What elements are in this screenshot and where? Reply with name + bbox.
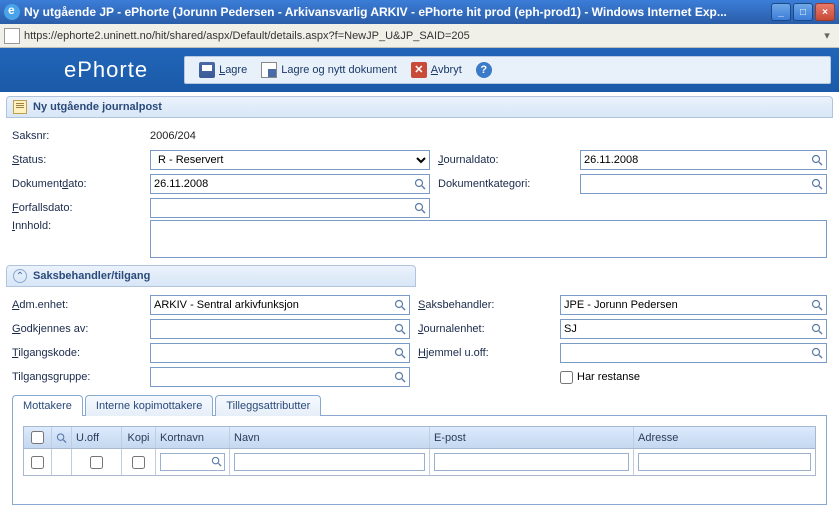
cancel-button[interactable]: ✕ Avbryt — [411, 62, 462, 78]
collapse-toggle-icon[interactable]: ⌃ — [13, 269, 27, 283]
journalenhet-input[interactable] — [560, 319, 827, 339]
header-kortnavn[interactable]: Kortnavn — [156, 427, 230, 448]
forfall-input[interactable] — [150, 198, 430, 218]
status-select[interactable]: R - Reservert — [150, 150, 430, 170]
label-tilgkode: Tilgangskode: — [12, 347, 142, 359]
tab-tilleggsattributter[interactable]: Tilleggsattributter — [215, 395, 321, 416]
header-lookup-icon — [52, 427, 72, 448]
table-row — [24, 449, 815, 475]
header-uoff[interactable]: U.off — [72, 427, 122, 448]
hjemmel-input[interactable] — [560, 343, 827, 363]
tab-panel-mottakere: U.off Kopi Kortnavn Navn E-post Adresse — [12, 415, 827, 505]
save-icon — [199, 62, 215, 78]
admenhet-input[interactable] — [150, 295, 410, 315]
section-title-journalpost: Ny utgående journalpost — [33, 101, 162, 113]
godkj-input[interactable] — [150, 319, 410, 339]
dokkat-input[interactable] — [580, 174, 827, 194]
label-innhold: Innhold: — [12, 220, 142, 232]
label-tilggruppe: Tilgangsgruppe: — [12, 371, 142, 383]
label-godkj: Godkjennes av: — [12, 323, 142, 335]
row-select-checkbox[interactable] — [31, 456, 44, 469]
window-titlebar: Ny utgående JP - ePhorte (Jorunn Pederse… — [0, 0, 839, 24]
dokkat-lookup-icon[interactable] — [809, 176, 825, 192]
label-hjemmel: Hjemmel u.off: — [418, 347, 552, 359]
table-header: U.off Kopi Kortnavn Navn E-post Adresse — [24, 427, 815, 449]
row-kortnavn-lookup-icon[interactable] — [211, 456, 222, 467]
tilgkode-input[interactable] — [150, 343, 410, 363]
url-text[interactable]: https://ephorte2.uninett.no/hit/shared/a… — [24, 30, 815, 42]
tilgkode-lookup-icon[interactable] — [392, 345, 408, 361]
app-toolbar: Lagre Lagre og nytt dokument ✕ Avbryt ? — [184, 56, 831, 84]
journalenhet-lookup-icon[interactable] — [809, 321, 825, 337]
row-navn-input[interactable] — [234, 453, 425, 471]
label-journaldato: Journaldato: — [438, 154, 572, 166]
admenhet-lookup-icon[interactable] — [392, 297, 408, 313]
app-header: ePhorte Lagre Lagre og nytt dokument ✕ A… — [0, 48, 839, 92]
header-adresse[interactable]: Adresse — [634, 427, 815, 448]
help-button[interactable]: ? — [476, 62, 492, 78]
restanse-checkbox[interactable] — [560, 371, 573, 384]
page-icon — [4, 28, 20, 44]
tilggruppe-lookup-icon[interactable] — [392, 369, 408, 385]
tab-interne-kopimottakere[interactable]: Interne kopimottakere — [85, 395, 213, 416]
value-saksnr: 2006/204 — [150, 130, 196, 142]
save-new-icon — [261, 62, 277, 78]
innhold-textarea[interactable] — [150, 220, 827, 258]
label-admenhet: Adm.enhet: — [12, 299, 142, 311]
label-dokdato: Dokumentdato: — [12, 178, 142, 190]
row-kopi-checkbox[interactable] — [132, 456, 145, 469]
header-navn[interactable]: Navn — [230, 427, 430, 448]
tab-mottakere[interactable]: Mottakere — [12, 395, 83, 416]
ie-icon — [4, 4, 20, 20]
label-saksbeh: Saksbehandler: — [418, 299, 552, 311]
cancel-icon: ✕ — [411, 62, 427, 78]
url-dropdown-icon[interactable]: ▾ — [819, 28, 835, 44]
header-epost[interactable]: E-post — [430, 427, 634, 448]
maximize-button[interactable]: □ — [793, 3, 813, 21]
section-header-access: ⌃ Saksbehandler/tilgang — [6, 265, 416, 287]
label-forfall: Forfallsdato: — [12, 202, 142, 214]
close-button[interactable]: × — [815, 3, 835, 21]
journaldato-input[interactable] — [580, 150, 827, 170]
label-saksnr: Saksnr: — [12, 130, 142, 142]
label-restanse: Har restanse — [577, 371, 640, 383]
label-journalenhet: Journalenhet: — [418, 323, 552, 335]
row-epost-input[interactable] — [434, 453, 629, 471]
saksbeh-lookup-icon[interactable] — [809, 297, 825, 313]
help-icon: ? — [476, 62, 492, 78]
address-bar: https://ephorte2.uninett.no/hit/shared/a… — [0, 24, 839, 48]
forfall-lookup-icon[interactable] — [412, 200, 428, 216]
select-all-checkbox[interactable] — [31, 431, 44, 444]
form-journalpost: Saksnr: 2006/204 Status: R - Reservert J… — [0, 118, 839, 265]
app-logo: ePhorte — [64, 57, 148, 83]
section-title-access: Saksbehandler/tilgang — [33, 270, 150, 282]
journaldato-lookup-icon[interactable] — [809, 152, 825, 168]
cancel-label: vbryt — [438, 64, 462, 76]
tilggruppe-input[interactable] — [150, 367, 410, 387]
window-title: Ny utgående JP - ePhorte (Jorunn Pederse… — [24, 5, 771, 19]
minimize-button[interactable]: _ — [771, 3, 791, 21]
label-dokkat: Dokumentkategori: — [438, 178, 572, 190]
row-uoff-checkbox[interactable] — [90, 456, 103, 469]
label-status: Status: — [12, 154, 142, 166]
save-new-button[interactable]: Lagre og nytt dokument — [261, 62, 397, 78]
dokdato-lookup-icon[interactable] — [412, 176, 428, 192]
form-access: Adm.enhet: Saksbehandler: Godkjennes av:… — [0, 287, 839, 393]
recipients-table: U.off Kopi Kortnavn Navn E-post Adresse — [23, 426, 816, 476]
section-header-journalpost: Ny utgående journalpost — [6, 96, 833, 118]
save-label: agre — [225, 64, 247, 76]
document-icon — [13, 100, 27, 114]
save-new-label: Lagre og nytt dokument — [281, 64, 397, 76]
tabs-container: Mottakere Interne kopimottakere Tilleggs… — [0, 393, 839, 505]
godkj-lookup-icon[interactable] — [392, 321, 408, 337]
header-kopi[interactable]: Kopi — [122, 427, 156, 448]
saksbeh-input[interactable] — [560, 295, 827, 315]
hjemmel-lookup-icon[interactable] — [809, 345, 825, 361]
row-adresse-input[interactable] — [638, 453, 811, 471]
save-button[interactable]: Lagre — [199, 62, 247, 78]
dokdato-input[interactable] — [150, 174, 430, 194]
